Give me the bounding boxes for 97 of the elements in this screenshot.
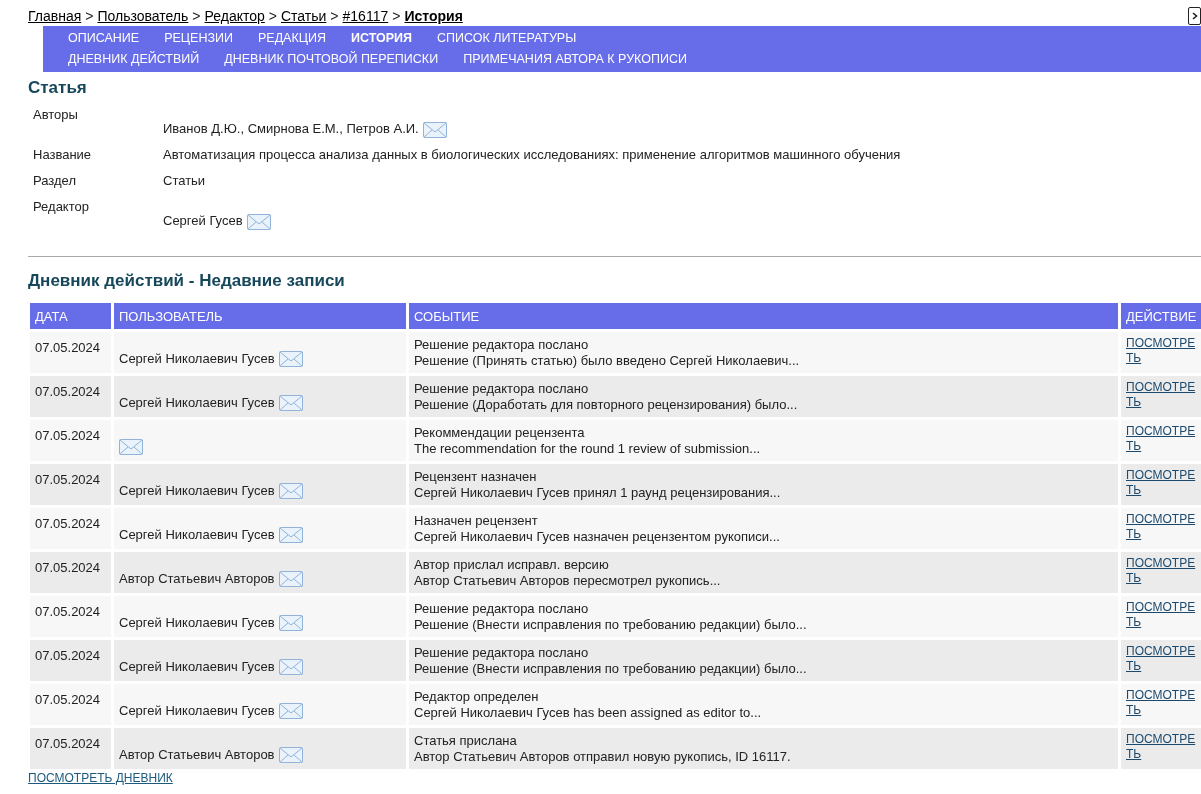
view-log-link[interactable]: ПОСМОТРЕТЬ ДНЕВНИК — [28, 771, 173, 785]
view-link[interactable]: ПОСМОТРЕТЬ — [1126, 467, 1197, 498]
envelope-icon[interactable] — [278, 350, 303, 367]
field-label: Название — [33, 146, 93, 164]
event-detail: Сергей Николаевич Гусев has been assigned as editor to... — [414, 704, 763, 721]
table-cell: 07.05.2024 — [30, 332, 111, 373]
event-detail: Автор Статьевич Авторов пересмотрел рукопись... — [414, 572, 722, 589]
event-title: Решение редактора послано — [414, 644, 590, 661]
field-label: Авторы — [33, 106, 79, 124]
column-header: ДЕЙСТВИЕ — [1121, 303, 1201, 329]
event-detail: Решение (Внести исправления по требованию редакции) было... — [414, 616, 808, 633]
envelope-icon[interactable] — [422, 122, 447, 138]
column-header: ДАТА — [30, 303, 111, 329]
event-detail: The recommendation for the round 1 review of submission... — [414, 440, 762, 457]
envelope-icon[interactable] — [119, 438, 143, 455]
table-cell: 07.05.2024 — [30, 420, 111, 461]
field-label: Раздел — [33, 172, 77, 190]
envelope-icon[interactable] — [278, 526, 303, 543]
event-title: Решение редактора послано — [414, 600, 590, 617]
nav-tab[interactable]: РЕДАКЦИЯ — [257, 30, 326, 45]
event-title: Рецензент назначен — [414, 468, 538, 485]
view-link[interactable]: ПОСМОТРЕТЬ — [1126, 643, 1197, 674]
event-title: Редактор определен — [414, 688, 540, 705]
table-cell: 07.05.2024 — [30, 684, 111, 725]
field-value: Статьи — [163, 172, 206, 190]
breadcrumb-separator: > — [268, 8, 277, 24]
envelope-icon[interactable] — [278, 658, 303, 675]
breadcrumb-separator: > — [85, 8, 94, 24]
envelope-icon[interactable] — [278, 614, 303, 631]
nav-tab[interactable]: ОПИСАНИЕ — [68, 30, 140, 45]
chevron-right-icon — [1191, 12, 1198, 20]
breadcrumb-separator: > — [392, 8, 401, 24]
view-link[interactable]: ПОСМОТРЕТЬ — [1126, 423, 1197, 454]
event-title: Решение редактора послано — [414, 336, 590, 353]
nav-tab[interactable]: ИСТОРИЯ — [351, 30, 413, 45]
breadcrumb-link[interactable]: Главная — [28, 8, 82, 24]
nav-tab[interactable]: ДНЕВНИК ДЕЙСТВИЙ — [68, 51, 200, 66]
envelope-icon[interactable] — [278, 702, 303, 719]
view-link[interactable]: ПОСМОТРЕТЬ — [1126, 335, 1197, 366]
view-link[interactable]: ПОСМОТРЕТЬ — [1126, 731, 1197, 762]
view-link[interactable]: ПОСМОТРЕТЬ — [1126, 599, 1197, 630]
table-cell: 07.05.2024 — [30, 728, 111, 769]
table-cell: 07.05.2024 — [30, 376, 111, 417]
view-link[interactable]: ПОСМОТРЕТЬ — [1126, 511, 1197, 542]
event-detail: Сергей Николаевич Гусев принял 1 раунд рецензирования... — [414, 484, 782, 501]
user-name: Сергей Николаевич Гусев — [119, 482, 275, 499]
user-name: Автор Статьевич Авторов — [119, 746, 275, 763]
event-detail: Решение (Внести исправления по требованию редакции) было... — [414, 660, 808, 677]
event-detail: Решение (Принять статью) было введено Сергей Николаевич... — [414, 352, 801, 369]
breadcrumb-current[interactable]: История — [404, 8, 463, 24]
event-title: Статья прислана — [414, 732, 518, 749]
nav-tab[interactable]: СПИСОК ЛИТЕРАТУРЫ — [437, 30, 577, 45]
field-label: Редактор — [33, 198, 90, 216]
user-name: Сергей Николаевич Гусев — [119, 350, 275, 367]
section-title: Дневник действий - Недавние записи — [28, 271, 346, 291]
expand-button[interactable] — [1188, 7, 1201, 25]
envelope-icon[interactable] — [278, 482, 303, 499]
user-name: Сергей Николаевич Гусев — [119, 614, 275, 631]
user-name: Сергей Николаевич Гусев — [119, 658, 275, 675]
envelope-icon[interactable] — [278, 746, 303, 763]
user-name: Автор Статьевич Авторов — [119, 570, 275, 587]
nav-tab[interactable]: ДНЕВНИК ПОЧТОВОЙ ПЕРЕПИСКИ — [224, 51, 439, 66]
view-link[interactable]: ПОСМОТРЕТЬ — [1126, 379, 1197, 410]
breadcrumb-link[interactable]: #16117 — [342, 8, 389, 24]
view-link[interactable]: ПОСМОТРЕТЬ — [1126, 555, 1197, 586]
view-link[interactable]: ПОСМОТРЕТЬ — [1126, 687, 1197, 718]
breadcrumb-link[interactable]: Статьи — [281, 8, 327, 24]
event-title: Автор прислал исправл. версию — [414, 556, 610, 573]
event-detail: Решение (Доработать для повторного рецензирования) было... — [414, 396, 799, 413]
breadcrumb-link[interactable]: Пользователь — [97, 8, 189, 24]
table-cell: 07.05.2024 — [30, 508, 111, 549]
envelope-icon[interactable] — [246, 214, 271, 230]
user-name: Сергей Николаевич Гусев — [119, 702, 275, 719]
column-header: СОБЫТИЕ — [409, 303, 1118, 329]
envelope-icon[interactable] — [278, 570, 303, 587]
breadcrumb-link[interactable]: Редактор — [204, 8, 265, 24]
table-cell: 07.05.2024 — [30, 464, 111, 505]
breadcrumb-separator: > — [192, 8, 201, 24]
column-header: ПОЛЬЗОВАТЕЛЬ — [114, 303, 406, 329]
breadcrumb-separator: > — [330, 8, 339, 24]
table-cell: 07.05.2024 — [30, 640, 111, 681]
nav-tab[interactable]: РЕЦЕНЗИИ — [164, 30, 233, 45]
nav-tab[interactable]: ПРИМЕЧАНИЯ АВТОРА К РУКОПИСИ — [463, 51, 687, 66]
event-detail: Сергей Николаевич Гусев назначен рецензентом рукописи... — [414, 528, 781, 545]
table-cell: 07.05.2024 — [30, 596, 111, 637]
event-title: Назначен рецензент — [414, 512, 539, 529]
user-name: Сергей Николаевич Гусев — [119, 526, 275, 543]
user-name: Сергей Николаевич Гусев — [119, 394, 275, 411]
section-title: Статья — [28, 78, 88, 98]
table-cell: 07.05.2024 — [30, 552, 111, 593]
event-title: Рекоммендации рецензента — [414, 424, 586, 441]
event-title: Решение редактора послано — [414, 380, 590, 397]
envelope-icon[interactable] — [278, 394, 303, 411]
field-value: Сергей Гусев — [163, 212, 243, 230]
field-value: Автоматизация процесса анализа данных в биологических исследованиях: применение алгоритмов машинного обучения — [163, 146, 901, 164]
field-value: Иванов Д.Ю., Смирнова Е.М., Петров А.И. — [163, 120, 419, 138]
event-detail: Автор Статьевич Авторов отправил новую рукопись, ID 16117. — [414, 748, 792, 765]
